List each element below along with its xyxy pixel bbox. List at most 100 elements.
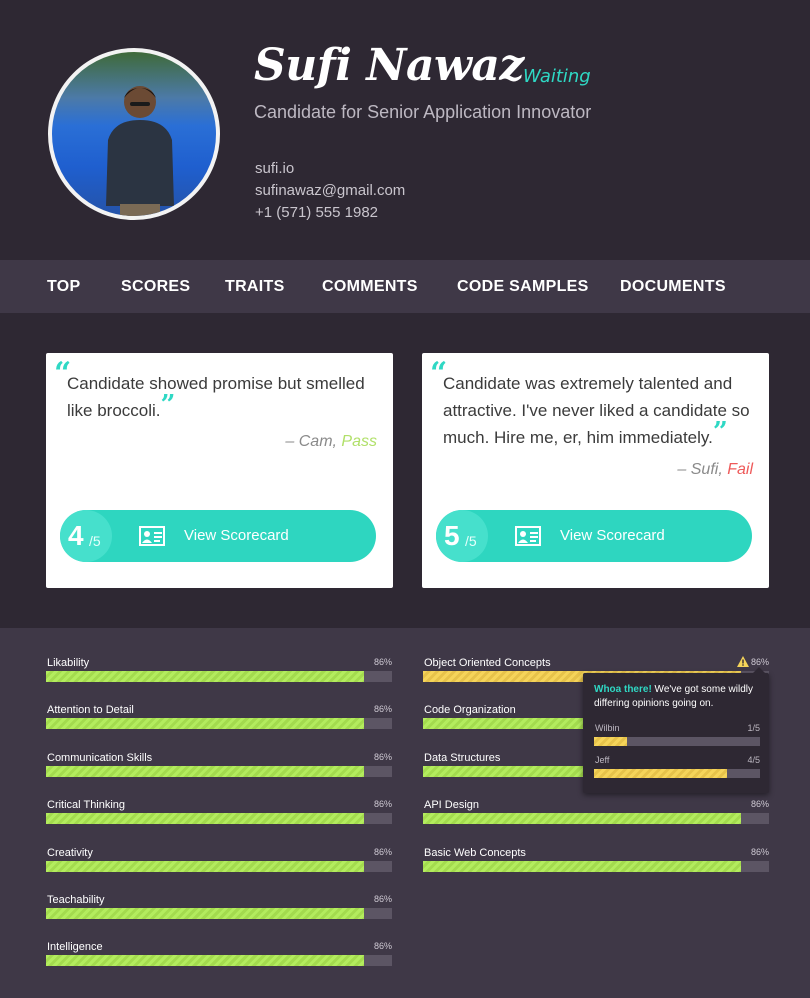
skill-label: Likability	[47, 657, 90, 669]
skill-bar-track	[46, 860, 392, 872]
opinion-tooltip: Whoa there! We've got some wildly differ…	[583, 667, 769, 793]
score-circle: 4 /5	[60, 510, 112, 562]
skill-label: Communication Skills	[47, 751, 153, 764]
skill-label: API Design	[424, 799, 480, 812]
warning-icon[interactable]	[737, 656, 749, 667]
skill-percent: 86%	[373, 941, 392, 952]
skill-row[interactable]: Communication Skills 86%	[46, 752, 392, 778]
nav-comments[interactable]: COMMENTS	[322, 278, 418, 296]
vote-bar-fill	[594, 769, 727, 778]
skill-label: Code Organization	[424, 704, 516, 717]
skill-bar-fill	[423, 860, 742, 872]
view-scorecard-label: View Scorecard	[184, 527, 289, 544]
skill-row[interactable]: Creativity 86%	[46, 847, 392, 873]
skill-bar-track	[46, 813, 392, 825]
skill-label: Basic Web Concepts	[424, 846, 526, 859]
skill-bar-track	[46, 908, 392, 919]
verdict-fail: Fail	[727, 461, 753, 478]
skill-bar-fill	[46, 765, 365, 777]
website-link[interactable]: sufi.io	[255, 160, 294, 177]
view-scorecard-button[interactable]: 5 /5 View Scorecard	[436, 510, 752, 562]
voter-name: Jeff	[595, 755, 610, 765]
skill-row[interactable]: Attention to Detail 86%	[46, 704, 392, 730]
comment-text: Candidate showed promise but smelled lik…	[67, 374, 365, 420]
skill-row[interactable]: Intelligence 86%	[46, 941, 392, 967]
candidate-role: Candidate for Senior Application Innovat…	[254, 102, 592, 122]
skill-label: Critical Thinking	[47, 799, 126, 812]
comment-attribution: – Sufi, Fail	[677, 461, 753, 478]
skill-percent: 86%	[373, 704, 392, 715]
scorecard-icon	[515, 526, 541, 546]
skill-label: Data Structures	[424, 751, 501, 764]
candidate-name: Sufi Nawaz	[254, 40, 524, 91]
skill-label: Creativity	[47, 846, 93, 859]
comment-text: Candidate was extremely talented and att…	[443, 374, 750, 447]
tooltip-arrow	[753, 667, 765, 673]
vote-bar-track	[594, 737, 760, 746]
vote-bar-track	[594, 769, 760, 778]
status-badge: Waiting	[523, 66, 591, 87]
vote-row: Wilbin 1/5	[594, 723, 760, 749]
skill-bar-fill	[46, 955, 365, 967]
skill-row[interactable]: Teachability 86%	[46, 894, 392, 920]
score-circle: 5 /5	[436, 510, 488, 562]
vote-score: 1/5	[747, 723, 760, 733]
skill-percent: 86%	[750, 657, 769, 667]
close-quote-icon: ”	[712, 417, 728, 447]
profile-header: Sufi Nawaz Waiting Candidate for Senior …	[0, 0, 810, 260]
skill-label: Object Oriented Concepts	[424, 657, 551, 669]
score-max: /5	[89, 533, 101, 549]
skill-bar-track	[46, 718, 392, 730]
skill-row[interactable]: API Design 86%	[423, 799, 769, 825]
nav-traits[interactable]: TRAITS	[225, 278, 285, 296]
skill-bar-fill	[423, 813, 742, 825]
nav-top[interactable]: TOP	[47, 278, 81, 296]
skill-row[interactable]: Likability 86%	[46, 657, 392, 683]
skill-bar-fill	[46, 908, 365, 919]
score-value: 5	[444, 520, 460, 551]
skill-bar-fill	[46, 813, 365, 825]
skill-percent: 86%	[373, 799, 392, 810]
skill-percent: 86%	[373, 751, 392, 762]
view-scorecard-label: View Scorecard	[560, 527, 665, 544]
skill-bar-fill	[46, 860, 365, 872]
skill-label: Attention to Detail	[47, 704, 134, 717]
skill-bar-fill	[46, 718, 365, 730]
skill-label: Teachability	[47, 894, 105, 906]
skill-bar-track	[46, 671, 392, 682]
close-quote-icon: ”	[160, 390, 176, 420]
score-value: 4	[68, 520, 84, 551]
skill-bar-track	[423, 813, 769, 825]
skill-percent: 86%	[373, 657, 392, 667]
nav-documents[interactable]: DOCUMENTS	[620, 278, 726, 296]
vote-row: Jeff 4/5	[594, 755, 760, 781]
skill-percent: 86%	[750, 799, 769, 810]
score-max: /5	[465, 533, 477, 549]
vote-bar-fill	[594, 737, 628, 746]
view-scorecard-button[interactable]: 4 /5 View Scorecard	[60, 510, 376, 562]
nav-code-samples[interactable]: CODE SAMPLES	[457, 278, 589, 296]
phone-number: +1 (571) 555 1982	[255, 204, 379, 221]
section-nav: TOP SCORES TRAITS COMMENTS CODE SAMPLES …	[0, 260, 810, 313]
skill-percent: 86%	[373, 894, 392, 904]
tooltip-message: Whoa there! We've got some wildly differ…	[594, 684, 753, 709]
voter-name: Wilbin	[595, 723, 620, 733]
vote-score: 4/5	[747, 755, 760, 765]
skill-label: Intelligence	[47, 941, 103, 954]
scorecard-icon	[139, 526, 165, 546]
skill-bar-track	[46, 955, 392, 967]
comment-attribution: – Cam, Pass	[285, 433, 377, 450]
skill-bar-track	[46, 765, 392, 777]
avatar	[48, 48, 220, 220]
nav-scores[interactable]: SCORES	[121, 278, 190, 296]
skill-row[interactable]: Basic Web Concepts 86%	[423, 847, 769, 873]
verdict-pass: Pass	[341, 433, 377, 450]
comment-card: “ Candidate was extremely talented and a…	[422, 353, 769, 588]
email-link[interactable]: sufinawaz@gmail.com	[255, 182, 405, 199]
skill-bar-track	[423, 860, 769, 872]
comment-card: “ Candidate showed promise but smelled l…	[46, 353, 393, 588]
skill-bar-fill	[46, 671, 365, 682]
skill-percent: 86%	[373, 846, 392, 857]
skill-row[interactable]: Critical Thinking 86%	[46, 799, 392, 825]
person-photo	[106, 86, 174, 216]
